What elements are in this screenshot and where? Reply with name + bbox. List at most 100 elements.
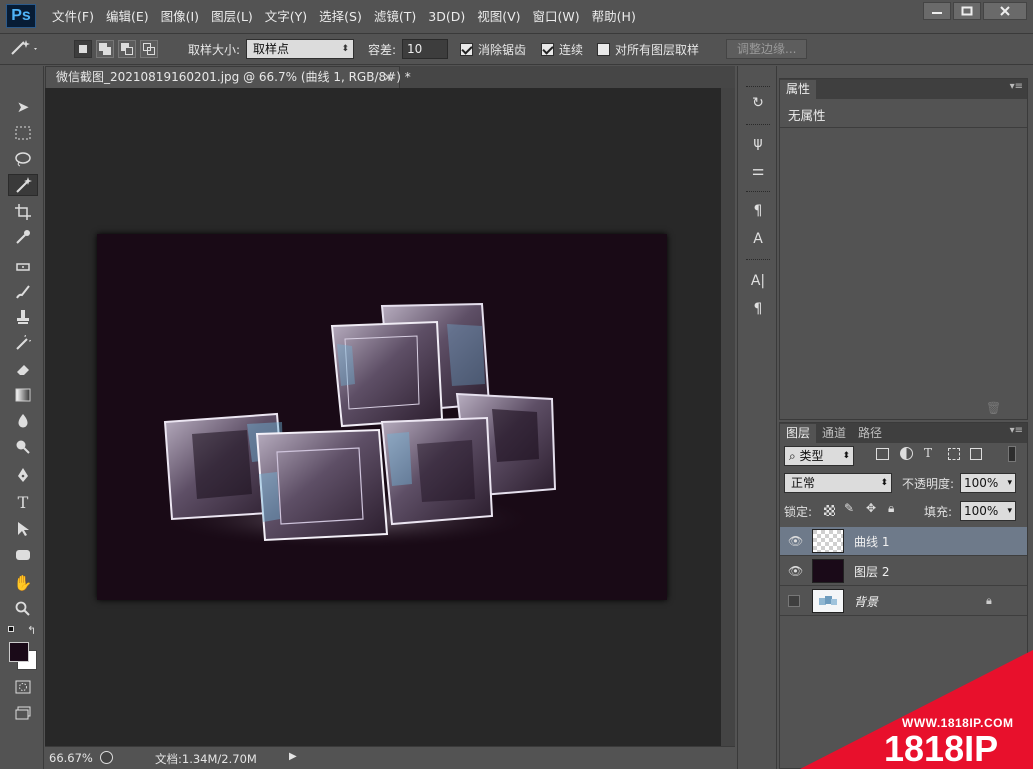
pen-tool[interactable]	[8, 464, 38, 486]
type-tool[interactable]: T	[8, 491, 38, 513]
brush-tool[interactable]	[8, 281, 38, 303]
opacity-input[interactable]: 100% ▾	[960, 473, 1016, 493]
lock-all-icon[interactable]: 🔒︎	[888, 501, 894, 516]
layer-name[interactable]: 图层 2	[854, 563, 889, 580]
zoom-level[interactable]: 66.67%	[49, 751, 93, 765]
document-image[interactable]	[97, 234, 667, 600]
move-tool[interactable]: ➤	[8, 96, 38, 118]
layer-filter-dropdown[interactable]: ⌕ 类型 ⬍	[784, 446, 854, 466]
menu-view[interactable]: 视图(V)	[471, 0, 526, 33]
menu-type[interactable]: 文字(Y)	[259, 0, 313, 33]
default-colors-button[interactable]	[8, 626, 18, 636]
hand-tool[interactable]: ✋	[8, 572, 38, 594]
tab-paths[interactable]: 路径	[852, 424, 888, 443]
layer-row[interactable]: 👁︎ 图层 2	[780, 557, 1027, 586]
filter-adjustment-icon[interactable]	[900, 447, 913, 460]
history-panel-button[interactable]: ↻	[746, 92, 770, 114]
all-layers-checkbox[interactable]: 对所有图层取样	[597, 34, 699, 64]
panel-grip[interactable]	[746, 86, 770, 89]
menu-3d[interactable]: 3D(D)	[422, 0, 471, 33]
quick-mask-button[interactable]	[8, 676, 38, 698]
vertical-scrollbar[interactable]	[721, 88, 735, 746]
watermark: WWW.1818IP.COM 1818IP	[800, 650, 1033, 769]
path-selection-tool[interactable]	[8, 518, 38, 540]
menu-image[interactable]: 图像(I)	[155, 0, 205, 33]
menu-filter[interactable]: 滤镜(T)	[368, 0, 422, 33]
history-brush-tool[interactable]	[8, 332, 38, 354]
sample-size-dropdown[interactable]: 取样点 ⬍	[246, 39, 355, 59]
marquee-tool[interactable]	[8, 122, 38, 144]
filter-pixel-icon[interactable]	[876, 448, 889, 460]
trash-icon[interactable]: 🗑	[986, 401, 1001, 415]
lock-transparent-icon[interactable]	[824, 505, 835, 516]
antialias-checkbox[interactable]: 消除锯齿	[460, 34, 526, 64]
menu-edit[interactable]: 编辑(E)	[100, 0, 155, 33]
filter-smart-object-icon[interactable]	[970, 448, 982, 460]
contiguous-checkbox[interactable]: 连续	[541, 34, 583, 64]
blur-tool[interactable]	[8, 410, 38, 432]
foreground-color-swatch[interactable]	[9, 642, 29, 662]
close-window-button[interactable]	[983, 2, 1027, 20]
eye-icon[interactable]: 👁︎	[788, 564, 803, 578]
layer-name[interactable]: 曲线 1	[854, 533, 889, 550]
eyedropper-tool[interactable]	[8, 226, 38, 248]
brush-panel-button[interactable]: ⚌	[746, 160, 770, 182]
menu-select[interactable]: 选择(S)	[313, 0, 368, 33]
status-export-icon[interactable]	[100, 751, 113, 764]
panel-grip[interactable]	[746, 124, 770, 127]
eye-icon[interactable]: 👁︎	[788, 534, 803, 548]
paragraph-panel-button[interactable]: ¶	[746, 298, 770, 320]
blend-mode-dropdown[interactable]: 正常 ⬍	[784, 473, 892, 493]
swap-colors-button[interactable]: ↰	[27, 624, 36, 637]
tab-channels[interactable]: 通道	[816, 424, 852, 443]
eraser-tool[interactable]	[8, 358, 38, 380]
clone-stamp-tool[interactable]	[8, 306, 38, 328]
lock-position-icon[interactable]: ✥	[866, 501, 876, 515]
healing-brush-tool[interactable]	[8, 256, 38, 278]
shape-tool[interactable]	[8, 544, 38, 566]
menu-window[interactable]: 窗口(W)	[527, 0, 586, 33]
lasso-tool[interactable]	[8, 148, 38, 170]
menu-help[interactable]: 帮助(H)	[586, 0, 642, 33]
intersect-selection-button[interactable]	[140, 40, 158, 58]
panel-grip[interactable]	[746, 259, 770, 262]
minimize-button[interactable]	[923, 2, 951, 20]
layer-row[interactable]: 背景 🔒︎	[780, 587, 1027, 616]
magic-wand-tool[interactable]	[8, 174, 38, 196]
crop-tool[interactable]	[8, 201, 38, 223]
dodge-tool[interactable]	[8, 436, 38, 458]
character-panel-button[interactable]: A|	[746, 270, 770, 292]
paragraph-styles-button[interactable]: ¶	[746, 200, 770, 222]
document-tab[interactable]: 微信截图_20210819160201.jpg @ 66.7% (曲线 1, R…	[45, 66, 411, 88]
panel-grip[interactable]	[746, 191, 770, 194]
tool-preset-picker[interactable]	[6, 34, 42, 64]
brush-presets-button[interactable]: ψ	[746, 132, 770, 154]
filter-type-icon[interactable]: T	[924, 446, 932, 460]
lock-image-icon[interactable]: ✎	[844, 501, 854, 515]
screen-mode-button[interactable]	[8, 702, 38, 724]
filter-shape-icon[interactable]	[948, 448, 960, 460]
zoom-tool[interactable]	[8, 598, 38, 620]
tab-layers[interactable]: 图层	[780, 424, 817, 443]
tolerance-input[interactable]: 10	[402, 39, 449, 59]
filter-toggle-icon[interactable]	[1008, 446, 1016, 462]
subtract-from-selection-button[interactable]	[118, 40, 136, 58]
panel-menu-icon[interactable]: ▾≡	[1010, 81, 1023, 92]
tab-properties[interactable]: 属性	[780, 80, 817, 99]
drop-icon	[18, 414, 28, 428]
refine-edge-button[interactable]: 调整边缘...	[726, 39, 808, 59]
character-styles-button[interactable]: A	[746, 228, 770, 250]
close-document-icon[interactable]: ×	[383, 67, 393, 87]
gradient-tool[interactable]	[8, 384, 38, 406]
fill-input[interactable]: 100% ▾	[960, 501, 1016, 521]
menu-file[interactable]: 文件(F)	[46, 0, 100, 33]
layer-row[interactable]: 👁︎ 曲线 1	[780, 527, 1027, 556]
add-to-selection-button[interactable]	[96, 40, 114, 58]
menu-layer[interactable]: 图层(L)	[205, 0, 259, 33]
maximize-button[interactable]	[953, 2, 981, 20]
new-selection-button[interactable]	[74, 40, 92, 58]
status-menu-arrow-icon[interactable]: ▶	[289, 751, 297, 762]
layer-name[interactable]: 背景	[854, 593, 878, 610]
panel-menu-icon[interactable]: ▾≡	[1010, 425, 1023, 436]
visibility-toggle-off[interactable]	[788, 595, 800, 607]
